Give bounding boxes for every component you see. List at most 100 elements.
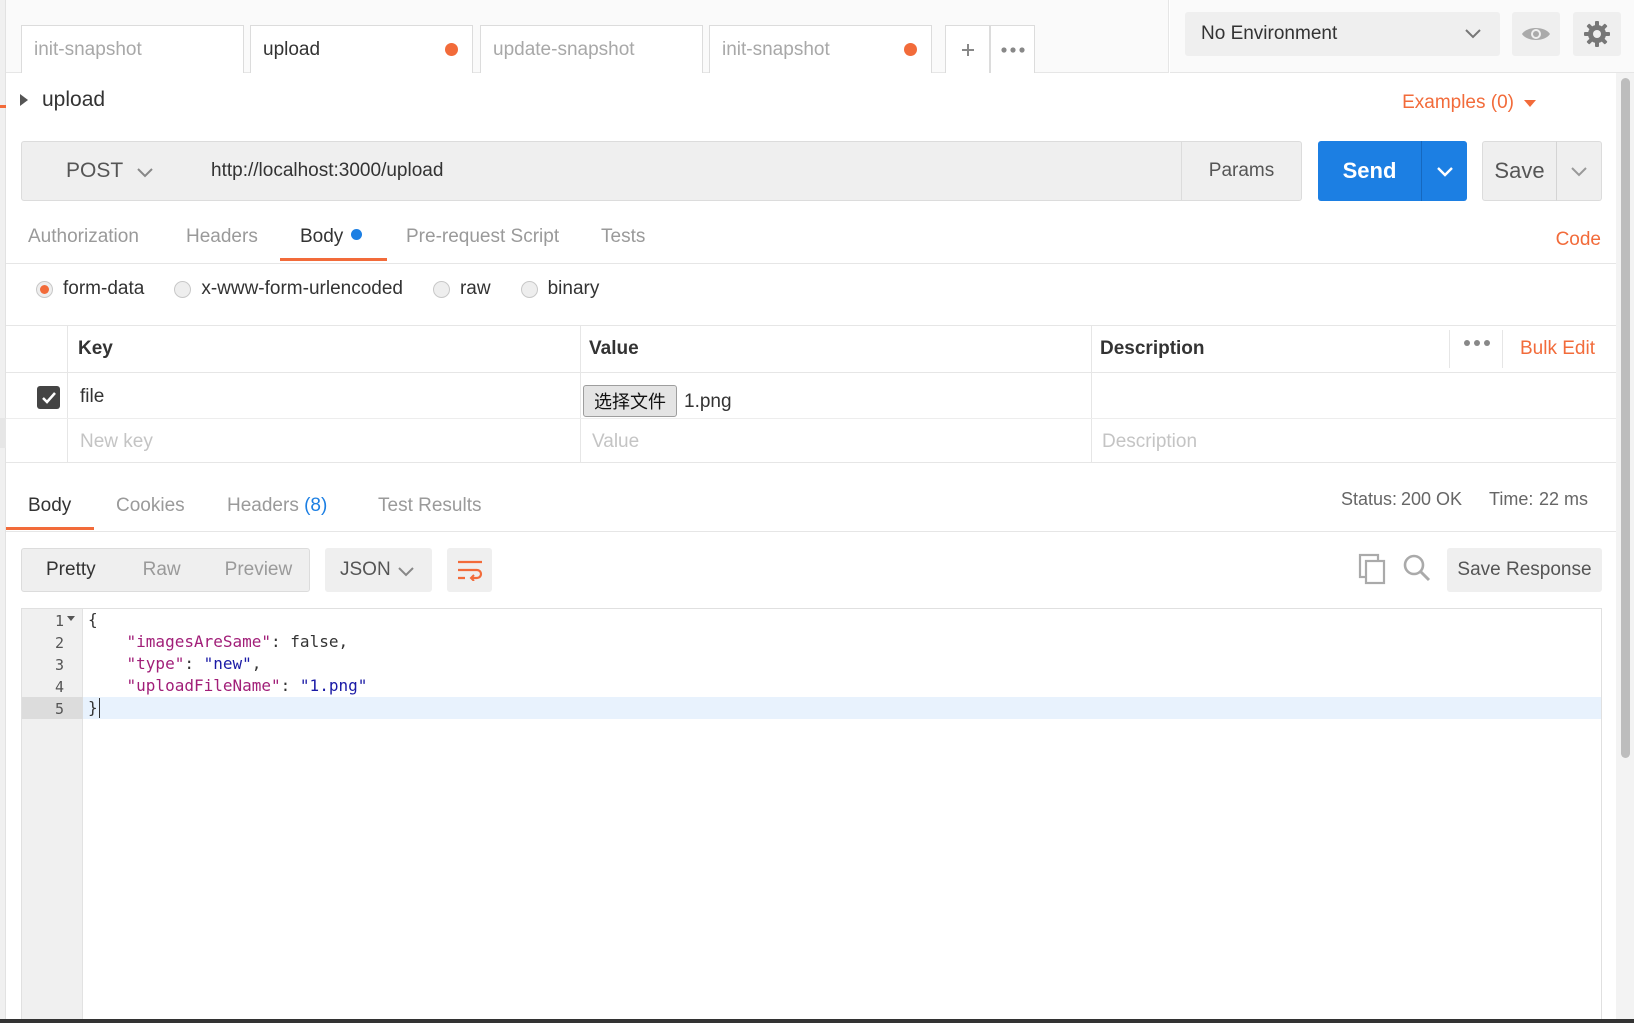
save-label: Save (1494, 158, 1545, 183)
scrollbar-thumb[interactable] (1621, 78, 1630, 758)
params-button[interactable]: Params (1181, 141, 1302, 201)
gear-icon (1584, 21, 1610, 47)
code-line: "imagesAreSame": false, (88, 632, 349, 651)
new-description-input[interactable]: Description (1102, 431, 1197, 453)
response-tab-headers[interactable]: Headers (8) (227, 495, 327, 517)
params-label: Params (1208, 160, 1275, 181)
line-number: 5 (54, 700, 64, 718)
request-name: upload (42, 88, 106, 111)
radio-form-data[interactable]: form-data (36, 278, 144, 300)
search-icon (1403, 554, 1431, 582)
view-pretty[interactable]: Pretty (46, 559, 96, 581)
fold-toggle-icon[interactable] (67, 616, 75, 621)
view-raw[interactable]: Raw (143, 559, 181, 581)
code-line: { (88, 610, 98, 629)
wrap-lines-icon (457, 560, 482, 581)
column-divider (580, 325, 581, 463)
save-options-button[interactable] (1556, 141, 1602, 201)
line-number: 4 (54, 678, 64, 696)
send-label: Send (1342, 158, 1397, 183)
send-options-button[interactable] (1421, 141, 1467, 201)
chevron-down-icon (1436, 167, 1453, 177)
radio-binary[interactable]: binary (520, 278, 599, 300)
response-tab-cookies[interactable]: Cookies (116, 495, 185, 517)
column-header-description: Description (1100, 338, 1205, 359)
tab-update-snapshot[interactable]: update-snapshot (480, 25, 703, 73)
json-key: "imagesAreSame" (126, 632, 272, 651)
save-button[interactable]: Save (1482, 141, 1557, 201)
column-divider (1091, 325, 1092, 463)
environment-quick-look-button[interactable] (1512, 12, 1560, 56)
eye-icon (1522, 28, 1550, 40)
request-name-toggle[interactable]: upload (20, 88, 105, 112)
radio-label: form-data (63, 278, 145, 299)
tab-pre-request-script[interactable]: Pre-request Script (406, 226, 559, 248)
window-bottom-edge (0, 1019, 1634, 1023)
code-label: Code (1555, 229, 1601, 250)
wrap-lines-button[interactable] (447, 548, 492, 592)
copy-response-button[interactable] (1358, 553, 1386, 590)
plus-icon (961, 43, 974, 56)
caret-down-icon (1524, 99, 1536, 107)
url-value: http://localhost:3000/upload (211, 160, 444, 181)
tab-init-snapshot-2[interactable]: init-snapshot (709, 25, 932, 73)
send-button[interactable]: Send (1318, 141, 1421, 201)
active-tab-indicator (6, 527, 94, 530)
radio-raw[interactable]: raw (432, 278, 491, 300)
chevron-down-icon (137, 168, 153, 178)
chevron-down-icon (1571, 167, 1587, 177)
column-divider (1502, 330, 1503, 368)
choose-file-button[interactable]: 选择文件 (583, 385, 677, 417)
format-select[interactable]: JSON (325, 548, 432, 592)
code-line: "type": "new", (88, 654, 262, 673)
new-value-input[interactable]: Value (592, 431, 639, 453)
tab-upload[interactable]: upload (250, 25, 473, 73)
bulk-edit-link[interactable]: Bulk Edit (1520, 338, 1595, 360)
tab-label: Headers (186, 226, 258, 247)
examples-label: Examples (0) (1402, 92, 1514, 113)
line-number: 1 (54, 612, 64, 630)
active-tab-indicator (280, 258, 387, 261)
code-token: , (251, 654, 262, 673)
row-enabled-checkbox[interactable] (37, 386, 60, 409)
body-type-options: form-data x-www-form-urlencoded raw bina… (36, 278, 629, 300)
tab-init-snapshot[interactable]: init-snapshot (21, 25, 244, 73)
url-input[interactable]: http://localhost:3000/upload (195, 141, 1182, 201)
line-number: 2 (54, 634, 64, 652)
radio-label: x-www-form-urlencoded (201, 278, 403, 299)
method-select[interactable]: POST (21, 141, 196, 201)
tab-label: Pre-request Script (406, 226, 560, 247)
response-tab-body[interactable]: Body (28, 495, 71, 517)
response-tab-test-results[interactable]: Test Results (378, 495, 481, 517)
save-response-button[interactable]: Save Response (1447, 548, 1602, 592)
radio-icon (520, 280, 538, 298)
code-line: "uploadFileName": "1.png" (88, 676, 368, 695)
more-icon (1000, 46, 1025, 53)
environment-settings-button[interactable] (1573, 12, 1621, 56)
tab-options-button[interactable] (990, 25, 1035, 73)
tab-tests[interactable]: Tests (601, 226, 645, 248)
active-line-highlight (83, 697, 1601, 719)
caret-right-icon (20, 94, 28, 106)
radio-x-www-form-urlencoded[interactable]: x-www-form-urlencoded (174, 278, 403, 300)
new-key-input[interactable]: New key (80, 431, 153, 453)
row-key[interactable]: file (80, 386, 104, 408)
view-preview[interactable]: Preview (225, 559, 293, 581)
generate-code-link[interactable]: Code (1556, 229, 1601, 251)
status-value[interactable]: 200 OK (1401, 489, 1462, 510)
column-header-value: Value (589, 338, 639, 359)
headers-count-badge: (8) (304, 495, 328, 516)
tab-body[interactable]: Body (300, 226, 363, 248)
unsaved-dot-icon (904, 43, 917, 56)
radio-icon (174, 280, 192, 298)
new-tab-button[interactable] (945, 25, 990, 73)
tab-authorization[interactable]: Authorization (28, 226, 139, 248)
tab-headers[interactable]: Headers (186, 226, 258, 248)
time-value[interactable]: 22 ms (1539, 489, 1588, 510)
tab-label: update-snapshot (493, 38, 635, 60)
column-options-icon[interactable] (1464, 340, 1490, 346)
examples-dropdown[interactable]: Examples (0) (1402, 92, 1536, 114)
environment-select[interactable]: No Environment (1185, 12, 1500, 56)
method-label: POST (66, 159, 124, 182)
search-response-button[interactable] (1402, 553, 1432, 588)
